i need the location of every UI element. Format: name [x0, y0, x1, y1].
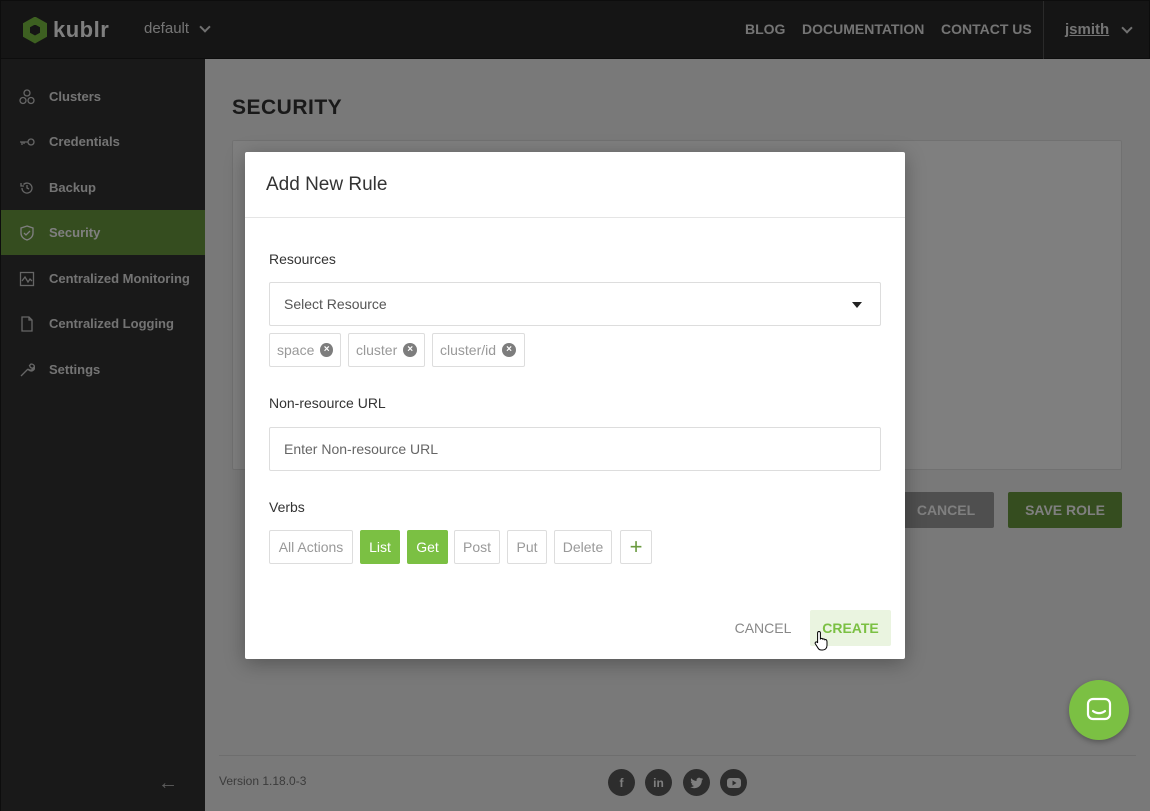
verb-put[interactable]: Put [507, 530, 547, 564]
chat-icon [1086, 697, 1112, 721]
add-new-rule-dialog: Add New Rule Resources Select Resource s… [245, 152, 905, 659]
hand-pointer-cursor-icon [814, 630, 828, 651]
chat-support-button[interactable] [1069, 680, 1129, 740]
resource-select[interactable]: Select Resource [269, 282, 881, 326]
verb-delete[interactable]: Delete [554, 530, 612, 564]
chip-label: cluster/id [440, 342, 497, 358]
verb-list[interactable]: List [360, 530, 400, 564]
remove-chip-icon[interactable]: × [320, 343, 333, 357]
verb-all-actions[interactable]: All Actions [269, 530, 353, 564]
dialog-divider [245, 217, 905, 218]
resources-label: Resources [269, 251, 336, 267]
non-resource-url-label: Non-resource URL [269, 395, 386, 411]
verb-post[interactable]: Post [454, 530, 500, 564]
non-resource-url-input[interactable] [269, 427, 881, 471]
dialog-cancel-button[interactable]: CANCEL [727, 610, 799, 646]
resource-chip-space: space × [269, 333, 341, 367]
verb-get[interactable]: Get [407, 530, 448, 564]
resource-select-placeholder: Select Resource [284, 296, 387, 312]
resource-chip-cluster-id: cluster/id × [432, 333, 525, 367]
dialog-title: Add New Rule [266, 174, 388, 195]
verbs-label: Verbs [269, 499, 305, 515]
chip-label: cluster [356, 342, 398, 358]
resource-chip-cluster: cluster × [348, 333, 425, 367]
remove-chip-icon[interactable]: × [403, 343, 417, 357]
chip-label: space [277, 342, 315, 358]
remove-chip-icon[interactable]: × [502, 343, 517, 357]
add-verb-plus-icon[interactable]: + [620, 530, 652, 564]
caret-down-icon [852, 302, 862, 308]
